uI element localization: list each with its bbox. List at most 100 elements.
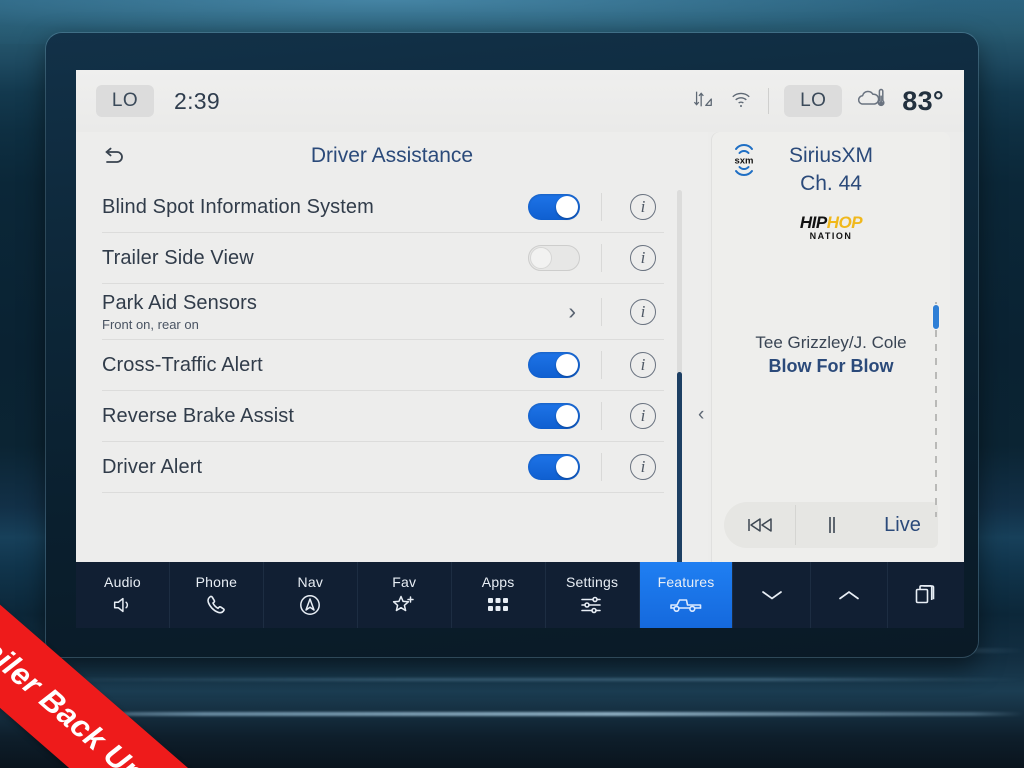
temperature-readout: 83°	[902, 85, 944, 116]
channel-logo: HIPHOP NATION	[788, 214, 874, 241]
blind-spot-toggle[interactable]	[528, 194, 580, 220]
settings-row-list: Blind Spot Information System i Trailer …	[102, 182, 664, 493]
nav-item-audio[interactable]: Audio	[76, 562, 170, 628]
chevron-up-icon	[834, 583, 864, 607]
siriusxm-logo-icon: sxm	[726, 142, 762, 176]
row-label-wrap: Park Aid Sensors Front on, rear on	[102, 292, 257, 332]
nav-item-fav[interactable]: Fav	[358, 562, 452, 628]
apps-grid-icon	[486, 593, 510, 617]
dashboard-highlight-2	[0, 712, 1024, 716]
window-stack-icon	[913, 583, 939, 607]
climate-badge-right[interactable]: LO	[784, 85, 843, 117]
navigation-icon	[298, 593, 322, 617]
table-row[interactable]: Trailer Side View i	[102, 233, 664, 284]
data-transfer-icon	[692, 88, 714, 115]
reverse-brake-assist-toggle[interactable]	[528, 403, 580, 429]
climate-badge-left[interactable]: LO	[96, 85, 154, 117]
audio-icon	[110, 593, 134, 617]
row-divider	[601, 351, 602, 379]
info-icon[interactable]: i	[630, 245, 656, 271]
row-label-wrap: Cross-Traffic Alert	[102, 354, 263, 377]
chevron-down-icon	[757, 583, 787, 607]
table-row[interactable]: Park Aid Sensors Front on, rear on › i	[102, 284, 664, 340]
setting-label: Reverse Brake Assist	[102, 404, 295, 427]
status-divider	[768, 88, 770, 114]
scrollbar-thumb[interactable]	[677, 372, 682, 570]
table-row[interactable]: Cross-Traffic Alert i	[102, 340, 664, 391]
setting-sublabel: Front on, rear on	[102, 316, 199, 332]
nav-label: Fav	[392, 573, 417, 590]
live-button[interactable]: Live	[867, 502, 938, 548]
nav-label: Nav	[297, 573, 324, 590]
collapse-panel-chevron-icon[interactable]: ‹	[698, 404, 704, 426]
rewind-icon[interactable]	[724, 502, 795, 548]
nav-item-apps[interactable]: Apps	[452, 562, 546, 628]
row-label-wrap: Blind Spot Information System	[102, 196, 374, 219]
setting-label: Blind Spot Information System	[102, 195, 374, 218]
status-bar-right: LO 83°	[692, 85, 964, 117]
wifi-icon	[729, 88, 753, 115]
row-divider	[601, 297, 602, 326]
bottom-nav-bar: Audio Phone Nav Fav Apps Settings Featur…	[76, 562, 964, 628]
nav-label: Apps	[481, 573, 515, 590]
nav-label: Phone	[195, 573, 238, 590]
svg-text:sxm: sxm	[734, 156, 753, 167]
vehicle-dashboard: LO 2:39 LO 83° Driver Assistance Blind S…	[0, 0, 1024, 768]
info-icon[interactable]: i	[630, 194, 656, 220]
nav-label: Audio	[104, 573, 141, 590]
row-label-wrap: Reverse Brake Assist	[102, 405, 294, 428]
info-icon[interactable]: i	[630, 403, 656, 429]
driver-alert-toggle[interactable]	[528, 454, 580, 480]
row-divider	[601, 453, 602, 481]
table-row[interactable]: Driver Alert i	[102, 442, 664, 493]
nav-item-scroll-up[interactable]	[811, 562, 888, 628]
pause-icon[interactable]	[796, 502, 867, 548]
star-plus-icon	[391, 593, 417, 617]
page-indicator-thumb[interactable]	[932, 304, 940, 330]
channel-logo-nation: NATION	[809, 231, 853, 241]
pane-header: Driver Assistance	[76, 132, 708, 182]
now-playing-track: Blow For Blow	[768, 356, 894, 376]
table-row[interactable]: Reverse Brake Assist i	[102, 391, 664, 442]
info-icon[interactable]: i	[630, 352, 656, 378]
nav-item-features[interactable]: Features	[639, 562, 734, 628]
setting-label: Trailer Side View	[102, 246, 254, 269]
setting-label: Park Aid Sensors	[102, 291, 258, 314]
nav-item-window-stack[interactable]	[888, 562, 964, 628]
row-divider	[601, 193, 602, 221]
setting-label: Cross-Traffic Alert	[102, 353, 263, 376]
row-label-wrap: Driver Alert	[102, 456, 202, 479]
driver-assistance-pane: Driver Assistance Blind Spot Information…	[76, 132, 708, 570]
page-position-indicator[interactable]	[932, 302, 940, 517]
dashboard-highlight-3	[0, 678, 1024, 681]
sliders-icon	[579, 593, 605, 617]
nav-item-nav[interactable]: Nav	[264, 562, 358, 628]
trailer-side-view-toggle[interactable]	[528, 245, 580, 271]
status-bar: LO 2:39 LO 83°	[76, 70, 964, 132]
row-divider	[601, 402, 602, 430]
chevron-right-icon[interactable]: ›	[568, 300, 576, 323]
nav-label: Settings	[565, 573, 619, 590]
clock: 2:39	[174, 87, 220, 114]
infotainment-screen: LO 2:39 LO 83° Driver Assistance Blind S…	[76, 70, 964, 628]
cloud-thermometer-icon	[857, 86, 887, 117]
nav-item-phone[interactable]: Phone	[170, 562, 264, 628]
info-icon[interactable]: i	[630, 298, 656, 325]
cross-traffic-alert-toggle[interactable]	[528, 352, 580, 378]
row-divider	[601, 244, 602, 272]
player-controls: Live	[724, 502, 938, 548]
table-row[interactable]: Blind Spot Information System i	[102, 182, 664, 233]
nav-label: Features	[657, 573, 715, 590]
now-playing-artist: Tee Grizzley/J. Cole	[755, 333, 907, 352]
channel-logo-hip: HIP	[799, 213, 827, 232]
row-label-wrap: Trailer Side View	[102, 247, 254, 270]
phone-icon	[204, 593, 228, 617]
media-panel: sxm SiriusXM Ch. 44 HIPHOP NATION Tee Gr…	[712, 132, 950, 562]
info-icon[interactable]: i	[630, 454, 656, 480]
nav-item-settings[interactable]: Settings	[546, 562, 640, 628]
channel-logo-hop: HOP	[826, 213, 863, 232]
nav-item-scroll-down[interactable]	[733, 562, 811, 628]
page-indicator-track	[935, 302, 937, 517]
main-content: Driver Assistance Blind Spot Information…	[76, 132, 964, 570]
scrollbar[interactable]	[677, 190, 682, 570]
